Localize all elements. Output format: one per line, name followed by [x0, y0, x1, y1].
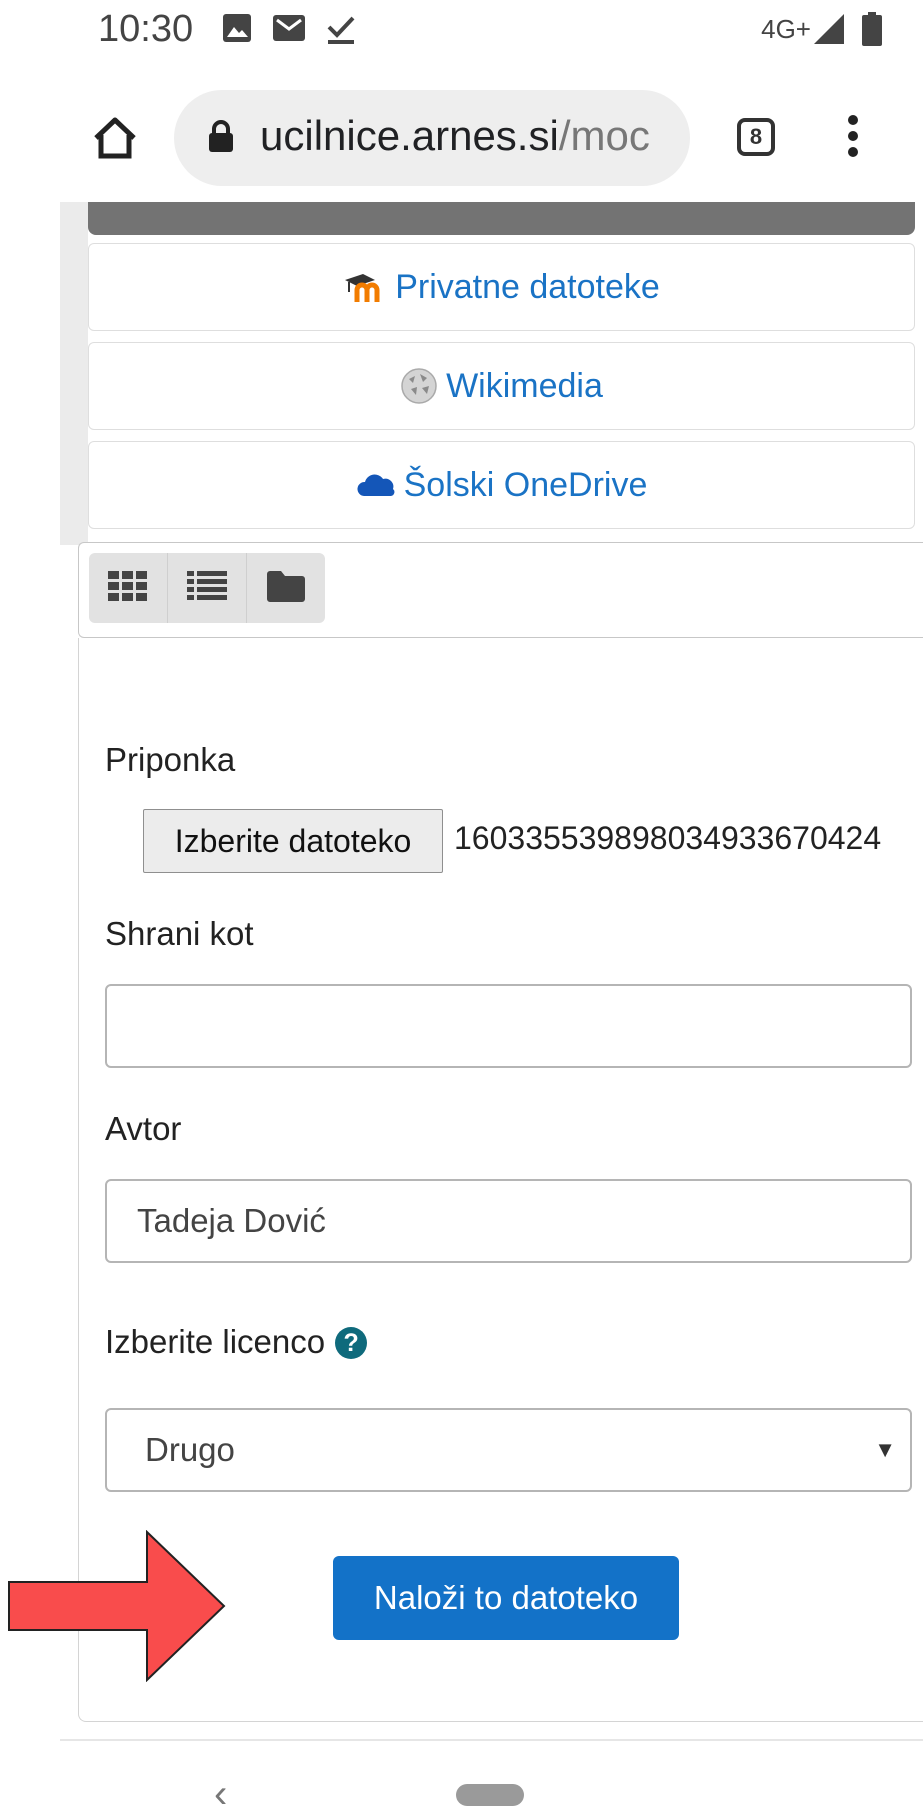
repository-private-files[interactable]: Privatne datoteke — [88, 243, 915, 331]
repository-header-bar — [88, 202, 915, 235]
url-path: /moc — [558, 112, 650, 159]
status-bar: 10:30 4G+ — [0, 0, 923, 60]
lock-icon — [208, 120, 234, 157]
battery-icon — [862, 12, 882, 51]
download-done-icon — [326, 13, 356, 50]
license-label-row: Izberite licenco? — [105, 1323, 368, 1361]
save-as-input[interactable] — [105, 984, 912, 1068]
chosen-file-name: 16033553989803493367042​4 — [454, 820, 882, 856]
author-input[interactable]: Tadeja Dović — [105, 1179, 912, 1263]
moodle-icon — [343, 270, 387, 304]
address-bar[interactable]: ucilnice.arnes.si/moc — [174, 90, 690, 186]
repository-onedrive[interactable]: Šolski OneDrive — [88, 441, 915, 529]
repository-sidebar-background — [60, 202, 88, 545]
choose-file-button[interactable]: Izberite datoteko — [143, 809, 443, 873]
image-icon — [222, 13, 252, 48]
divider — [60, 1739, 923, 1741]
chevron-down-icon: ▼ — [874, 1437, 896, 1462]
license-label: Izberite licenco — [105, 1323, 326, 1360]
nav-home-pill[interactable] — [456, 1784, 524, 1806]
home-icon[interactable] — [92, 116, 138, 165]
grid-view-button[interactable] — [89, 553, 168, 623]
status-time: 10:30 — [98, 8, 194, 50]
license-selected-value: Drugo — [145, 1431, 235, 1468]
repository-label: Wikimedia — [446, 366, 603, 405]
grid-view-icon — [108, 570, 148, 606]
help-icon[interactable]: ? — [335, 1327, 368, 1359]
attachment-label: Priponka — [105, 741, 236, 778]
annotation-arrow-icon — [8, 1529, 226, 1687]
onedrive-cloud-icon — [356, 472, 396, 498]
repository-wikimedia[interactable]: Wikimedia — [88, 342, 915, 430]
repository-label: Šolski OneDrive — [403, 465, 648, 504]
network-type: 4G+ — [761, 14, 811, 44]
list-view-button[interactable] — [168, 553, 247, 623]
view-mode-group — [89, 553, 325, 623]
browser-toolbar: ucilnice.arnes.si/moc 8 — [0, 72, 923, 202]
url-text: ucilnice.arnes.si/moc — [260, 112, 650, 160]
folder-view-button[interactable] — [247, 553, 325, 623]
nav-back-icon[interactable]: ‹ — [214, 1772, 227, 1817]
url-host: ucilnice.arnes.si — [260, 112, 559, 159]
license-select[interactable]: Drugo ▼ — [105, 1408, 912, 1492]
folder-view-icon — [267, 570, 305, 607]
list-view-icon — [187, 570, 227, 606]
wikipedia-globe-icon — [400, 367, 438, 405]
author-label: Avtor — [105, 1110, 182, 1147]
gmail-icon — [272, 13, 306, 48]
tab-switcher-button[interactable]: 8 — [737, 118, 775, 156]
signal-icon — [814, 14, 846, 49]
repository-label: Privatne datoteke — [395, 267, 660, 306]
more-menu-icon[interactable] — [845, 114, 861, 163]
view-mode-toolbar — [78, 542, 923, 638]
upload-file-button[interactable]: Naloži to datoteko — [333, 1556, 679, 1640]
file-picker-page: Privatne datoteke Wikimedia Šolski OneDr… — [60, 202, 923, 1740]
save-as-label: Shrani kot — [105, 915, 254, 952]
